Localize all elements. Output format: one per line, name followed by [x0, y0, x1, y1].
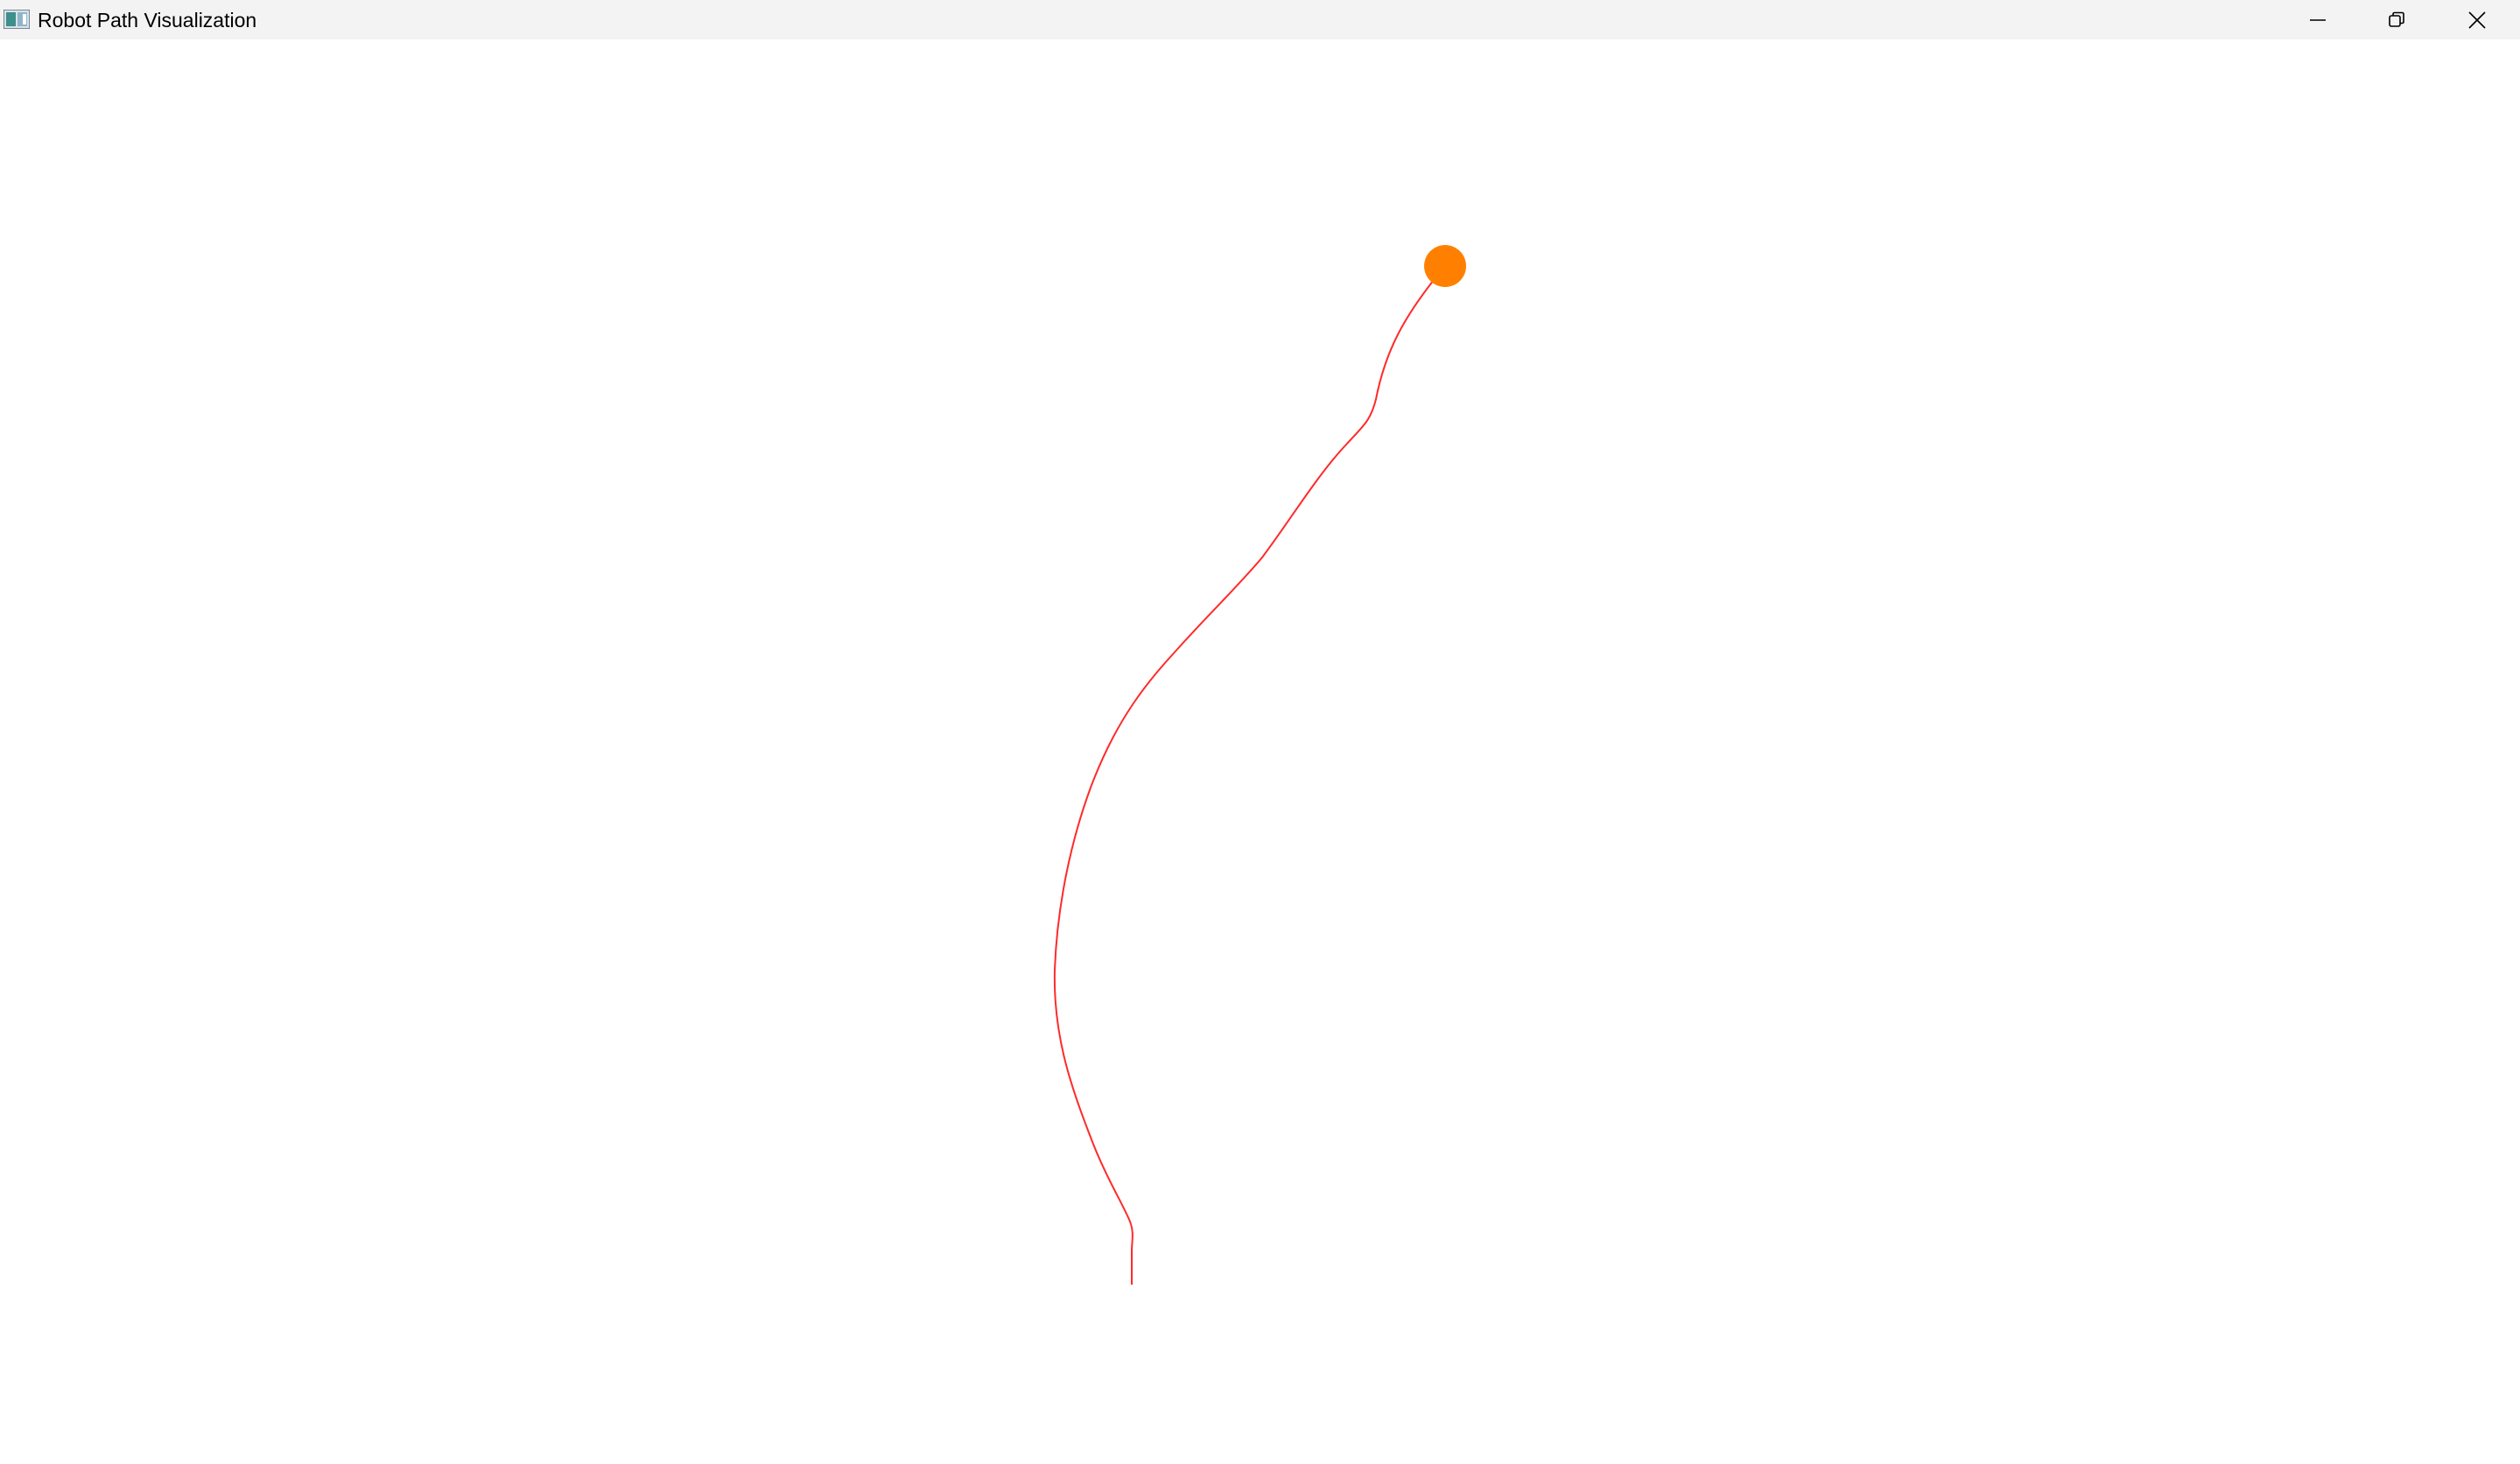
- restore-button[interactable]: [2357, 0, 2436, 39]
- restore-icon: [2387, 11, 2406, 30]
- robot-path: [1053, 279, 1435, 1285]
- robot-marker: [1424, 245, 1466, 287]
- visualization-canvas: [0, 39, 2520, 1464]
- window-title: Robot Path Visualization: [38, 9, 257, 32]
- minimize-icon: [2308, 11, 2327, 30]
- app-window: Robot Path Visualization: [0, 0, 2520, 1464]
- app-icon: [3, 9, 31, 30]
- path-plot: [1053, 245, 1466, 1285]
- title-bar[interactable]: Robot Path Visualization: [0, 0, 2520, 39]
- minimize-button[interactable]: [2278, 0, 2357, 39]
- close-button[interactable]: [2438, 0, 2516, 39]
- close-icon: [2467, 11, 2487, 30]
